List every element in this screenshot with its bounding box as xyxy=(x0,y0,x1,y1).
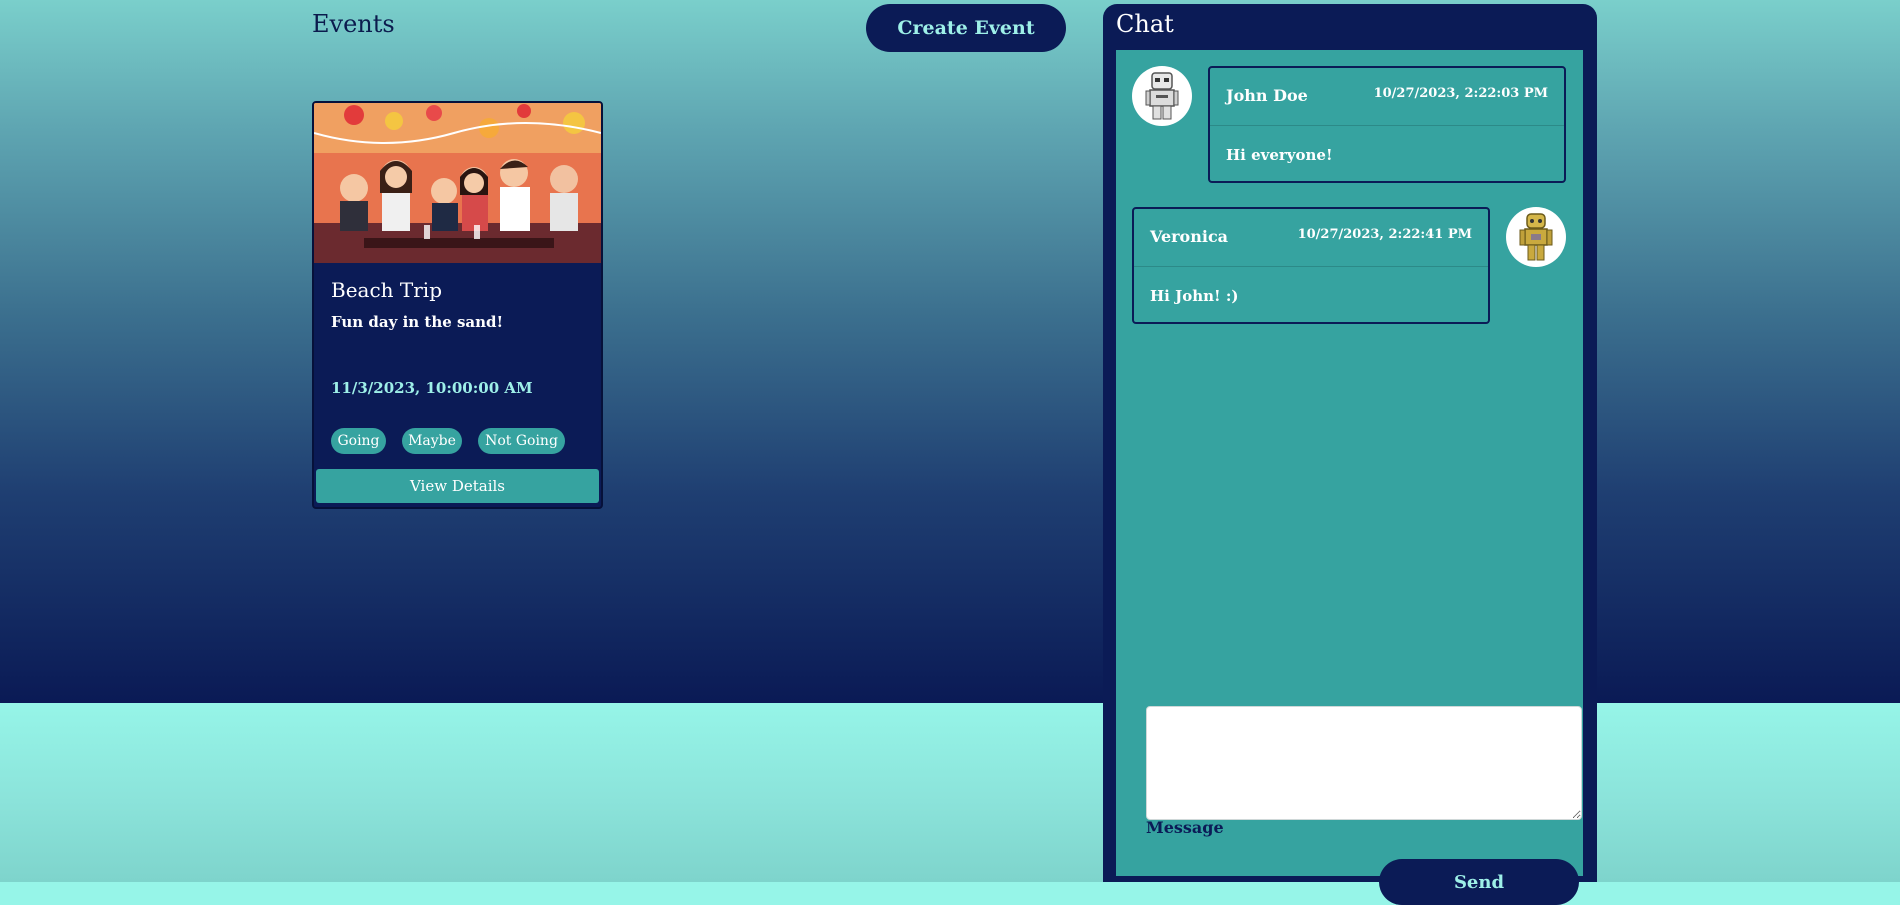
message-text: Hi everyone! xyxy=(1226,146,1333,164)
droid-icon xyxy=(1519,213,1553,261)
message-author: Veronica xyxy=(1150,227,1229,246)
event-description: Fun day in the sand! xyxy=(331,313,504,331)
chat-message: John Doe 10/27/2023, 2:22:03 PM Hi every… xyxy=(1208,66,1566,183)
chat-panel: Chat John Doe 10/27/2023, 2:22:03 PM Hi … xyxy=(1103,4,1597,905)
view-details-button[interactable]: View Details xyxy=(316,469,599,503)
rsvp-not-going-button[interactable]: Not Going xyxy=(478,428,565,454)
message-timestamp: 10/27/2023, 2:22:41 PM xyxy=(1297,227,1472,242)
chat-body: John Doe 10/27/2023, 2:22:03 PM Hi every… xyxy=(1116,50,1583,905)
message-text: Hi John! :) xyxy=(1150,287,1239,305)
event-image xyxy=(314,103,601,263)
create-event-button[interactable]: Create Event xyxy=(866,4,1066,52)
event-title: Beach Trip xyxy=(331,278,442,302)
rsvp-going-button[interactable]: Going xyxy=(331,428,386,454)
event-card: Beach Trip Fun day in the sand! 11/3/202… xyxy=(312,101,603,509)
rsvp-maybe-button[interactable]: Maybe xyxy=(402,428,462,454)
message-timestamp: 10/27/2023, 2:22:03 PM xyxy=(1373,86,1548,101)
page-background-footer xyxy=(0,703,1900,882)
stormtrooper-avatar-icon xyxy=(1132,66,1192,126)
chat-heading: Chat xyxy=(1116,10,1174,38)
message-label: Message xyxy=(1146,818,1224,837)
message-header: Veronica 10/27/2023, 2:22:41 PM xyxy=(1134,209,1488,267)
chat-message: Veronica 10/27/2023, 2:22:41 PM Hi John!… xyxy=(1132,207,1490,324)
stormtrooper-icon xyxy=(1145,72,1179,120)
event-date: 11/3/2023, 10:00:00 AM xyxy=(331,379,533,397)
droid-avatar-icon xyxy=(1506,207,1566,267)
events-heading: Events xyxy=(312,10,395,38)
message-input[interactable] xyxy=(1146,706,1582,820)
send-button[interactable]: Send xyxy=(1379,859,1579,905)
page-background-gradient xyxy=(0,0,1900,703)
message-author: John Doe xyxy=(1226,86,1308,105)
message-header: John Doe 10/27/2023, 2:22:03 PM xyxy=(1210,68,1564,126)
party-illustration-icon xyxy=(314,103,601,263)
